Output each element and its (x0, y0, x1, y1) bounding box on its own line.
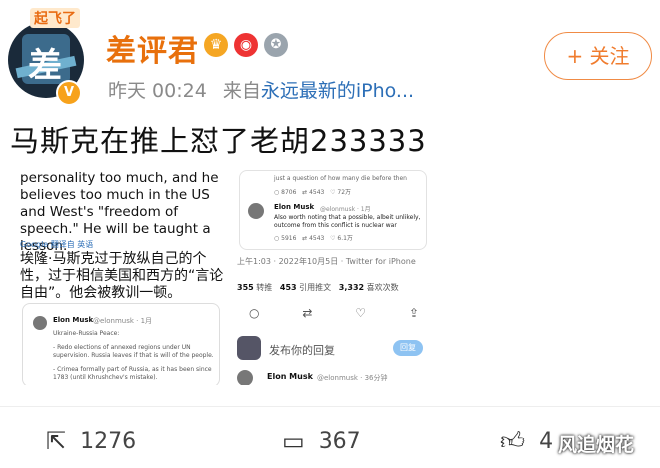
tweet-line: outcome from this conflict is nuclear wa… (274, 222, 397, 229)
tweet-author: Elon Musk (267, 372, 313, 381)
tweet-actions: ○ ⇄ ♡ ⇪ (249, 306, 419, 320)
verified-icon: V (56, 80, 82, 106)
tweet-stats-row: ○ 8706 ⇄ 4543 ♡ 72万 (274, 189, 352, 196)
reply-input[interactable]: 发布你的回复 (269, 342, 335, 358)
thumbs-up-icon: 👍︎ (500, 426, 526, 455)
right-screenshot[interactable]: just a question of how many die before t… (235, 170, 431, 385)
tweet-line: 1783 (until Khrushchev's mistake). (53, 374, 158, 381)
post-text: 马斯克在推上怼了老胡233333 (10, 124, 427, 158)
avatar-glyph: 差 (28, 46, 62, 86)
share-button[interactable]: ⇱ 1276 (46, 424, 136, 458)
tweet-thread-card: just a question of how many die before t… (239, 170, 427, 250)
comment-icon: ▭ (282, 427, 305, 455)
embedded-tweet-card: Elon Musk @elonmusk · 1月 Ukraine-Russia … (22, 303, 220, 385)
chinese-text: 埃隆·马斯克过于放纵自己的个性，过于相信美国和西方的“言论自由”。他会被教训一顿… (20, 251, 224, 301)
left-screenshot[interactable]: personality too much, and he believes to… (8, 170, 226, 385)
tweet-author: Elon Musk (274, 203, 315, 211)
tweet-line: just a question of how many die before t… (274, 175, 407, 182)
tweet-date: 上午1:03 · 2022年10月5日 · Twitter for iPhone (237, 257, 416, 266)
crown-badge-icon[interactable]: ♛ (204, 33, 228, 57)
share-icon[interactable]: ⇪ (409, 306, 419, 320)
reply-icon[interactable]: ○ (249, 306, 259, 320)
tweet-handle: @elonmusk · 1月 (320, 206, 371, 213)
post-meta: 昨天 00:24 来自永远最新的iPho... (108, 76, 414, 103)
follow-button[interactable]: + 关注 (544, 32, 652, 80)
avatar (248, 203, 264, 219)
comment-count: 367 (318, 428, 361, 454)
medal-badge-icon[interactable]: ✪ (264, 33, 288, 57)
timestamp: 昨天 00:24 (108, 80, 207, 102)
tweet-stats-row: ○ 5916 ⇄ 4543 ♡ 6.1万 (274, 235, 353, 242)
translate-label: Google 翻译自 英语 (20, 240, 94, 249)
tweet-author: Elon Musk (53, 316, 94, 324)
source-link[interactable]: 永远最新的iPho... (261, 80, 414, 102)
like-count: 4 (539, 428, 554, 454)
tweet-line: supervision. Russia leaves if that is wi… (53, 352, 214, 359)
avatar (237, 370, 253, 385)
tweet-handle: @elonmusk · 36分钟 (317, 374, 388, 382)
share-count: 1276 (80, 428, 137, 454)
username[interactable]: 差评君 (106, 26, 199, 70)
reply-button[interactable]: 回复 (393, 340, 423, 356)
avatar (33, 316, 47, 330)
tweet-line: - Redo elections of annexed regions unde… (53, 344, 191, 351)
share-icon: ⇱ (46, 427, 67, 455)
tweet-line: Ukraine-Russia Peace: (53, 330, 120, 337)
avatar (237, 336, 261, 360)
reply-tweet: Elon Musk @elonmusk · 36分钟 (237, 368, 431, 385)
like-button[interactable]: 👍︎ 4 (500, 424, 553, 458)
avatar-tag: 起飞了 (30, 8, 80, 28)
watermark: 风追烟花 (558, 434, 635, 456)
tweet-stats: 355 转推 453 引用推文 3,332 喜欢次数 (237, 283, 399, 292)
tweet-handle: @elonmusk · 1月 (93, 317, 153, 325)
comment-button[interactable]: ▭ 367 (282, 424, 361, 458)
source-prefix: 来自 (222, 80, 261, 102)
like-icon[interactable]: ♡ (355, 306, 366, 320)
divider (0, 406, 660, 407)
tweet-line: Also worth noting that a possible, albei… (274, 214, 421, 221)
tweet-line: - Crimea formally part of Russia, as it … (53, 366, 212, 373)
weibo-badge-icon[interactable]: ◉ (234, 33, 258, 57)
reply-composer[interactable]: 发布你的回复 回复 (237, 334, 431, 364)
retweet-icon[interactable]: ⇄ (302, 306, 312, 320)
